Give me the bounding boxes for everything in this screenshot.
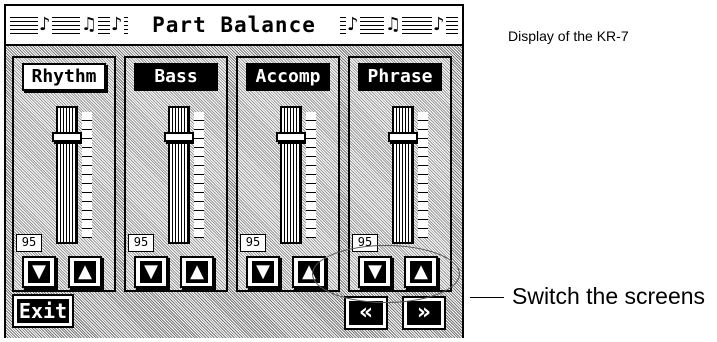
volume-down-button[interactable]: ▼	[22, 256, 56, 288]
up-arrow-icon: ▲	[74, 261, 96, 283]
screen-title: Part Balance	[152, 13, 316, 37]
part-tab-rhythm[interactable]: Rhythm	[22, 63, 106, 91]
volume-value: 95	[16, 234, 42, 252]
exit-button[interactable]: Exit	[12, 294, 74, 328]
part-panel-bass: Bass 95 ▼ ▲	[124, 56, 228, 292]
music-staff-right-icon: ♪ ♫ ♪	[340, 14, 458, 36]
slider-scale	[418, 112, 428, 238]
down-arrow-icon: ▼	[140, 261, 162, 283]
slider-knob[interactable]	[52, 132, 82, 142]
callout-line	[470, 297, 504, 298]
volume-value: 95	[240, 234, 266, 252]
volume-down-button[interactable]: ▼	[246, 256, 280, 288]
title-bar: ♪ ♫ ♪ Part Balance ♪ ♫ ♪	[6, 6, 462, 46]
music-staff-left-icon: ♪ ♫ ♪	[10, 14, 128, 36]
switch-screens-label: Switch the screens	[512, 283, 706, 309]
volume-up-button[interactable]: ▲	[68, 256, 102, 288]
slider-knob[interactable]	[164, 132, 194, 142]
down-arrow-icon: ▼	[28, 261, 50, 283]
display-caption: Display of the KR-7	[508, 28, 629, 44]
part-panel-rhythm: Rhythm 95 ▼ ▲	[12, 56, 116, 292]
part-tab-accomp[interactable]: Accomp	[246, 63, 330, 91]
slider-knob[interactable]	[388, 132, 418, 142]
slider-scale	[82, 112, 92, 238]
slider-scale	[306, 112, 316, 238]
volume-value: 95	[128, 234, 154, 252]
slider-knob[interactable]	[276, 132, 306, 142]
volume-down-button[interactable]: ▼	[134, 256, 168, 288]
volume-slider-phrase[interactable]	[388, 106, 418, 244]
part-tab-phrase[interactable]: Phrase	[358, 63, 442, 91]
volume-slider-rhythm[interactable]	[52, 106, 82, 244]
highlight-oval	[312, 245, 460, 303]
down-arrow-icon: ▼	[252, 261, 274, 283]
volume-slider-accomp[interactable]	[276, 106, 306, 244]
slider-scale	[194, 112, 204, 238]
volume-up-button[interactable]: ▲	[180, 256, 214, 288]
volume-slider-bass[interactable]	[164, 106, 194, 244]
up-arrow-icon: ▲	[186, 261, 208, 283]
part-tab-bass[interactable]: Bass	[134, 63, 218, 91]
